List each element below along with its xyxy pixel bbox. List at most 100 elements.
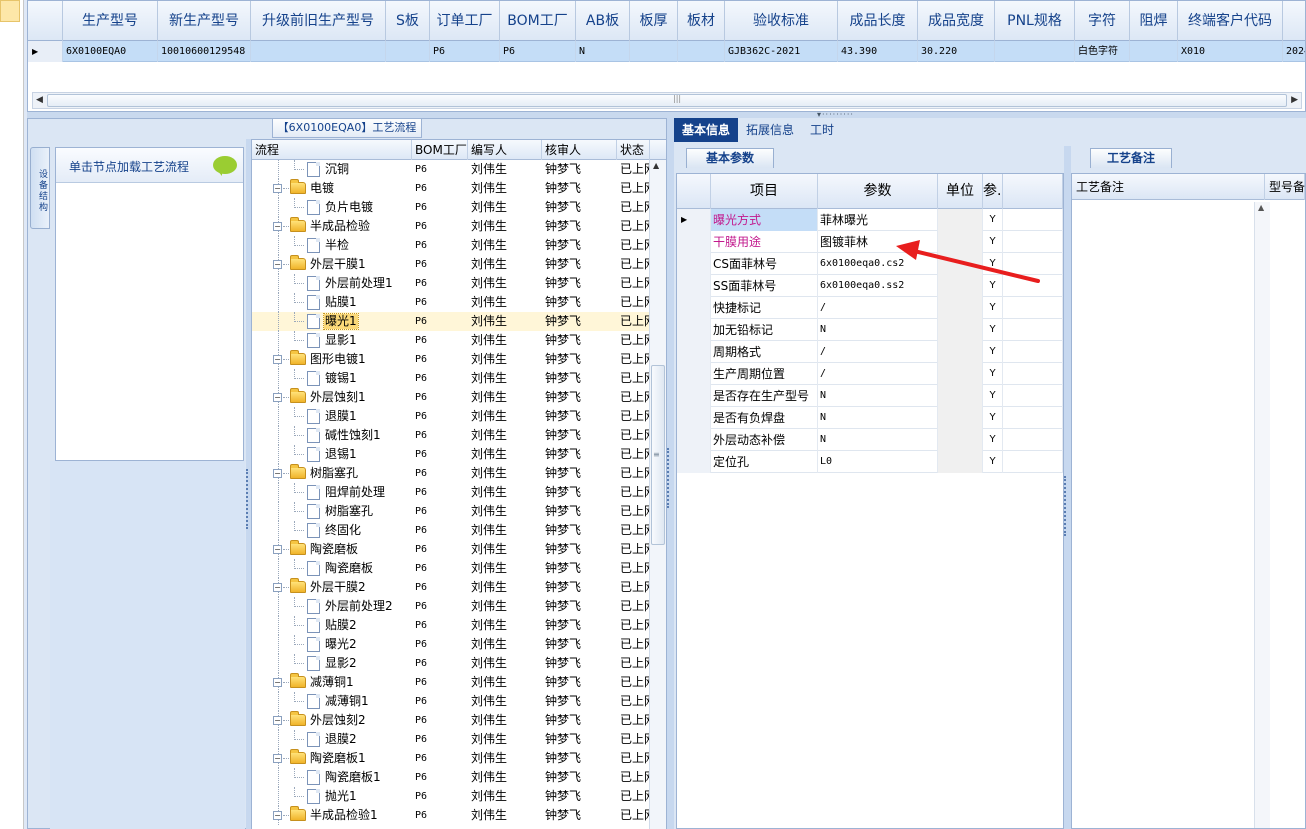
param-row[interactable]: 快捷标记 / Y xyxy=(677,297,1063,319)
tree-row[interactable]: 显影2 P6 刘伟生 钟梦飞 已上网 xyxy=(252,654,650,673)
tree-row[interactable]: 陶瓷磨板 P6 刘伟生 钟梦飞 已上网 xyxy=(252,559,650,578)
param-unit-cell[interactable] xyxy=(938,451,983,473)
tab-work-hours[interactable]: 工时 xyxy=(802,118,842,142)
tree-vscrollbar[interactable]: ▲ ≡ xyxy=(649,160,666,829)
tree-row[interactable]: 曝光1 P6 刘伟生 钟梦飞 已上网 xyxy=(252,312,650,331)
tree-node[interactable]: 镀锡1 xyxy=(252,369,412,388)
tab-extended-info[interactable]: 拓展信息 xyxy=(738,118,802,142)
param-row[interactable]: 定位孔 L0 Y xyxy=(677,451,1063,473)
grid-cell[interactable] xyxy=(995,41,1075,62)
tree-row[interactable]: − 陶瓷磨板 P6 刘伟生 钟梦飞 已上网 xyxy=(252,540,650,559)
tree-column-header[interactable]: 编写人 xyxy=(468,140,542,160)
tree-row[interactable]: 碱性蚀刻1 P6 刘伟生 钟梦飞 已上网 xyxy=(252,426,650,445)
tree-row[interactable]: 退膜1 P6 刘伟生 钟梦飞 已上网 xyxy=(252,407,650,426)
tree-row[interactable]: 外层前处理2 P6 刘伟生 钟梦飞 已上网 xyxy=(252,597,650,616)
tree-node[interactable]: − 外层干膜1 xyxy=(252,255,412,274)
grid-cell[interactable]: 2024- xyxy=(1283,41,1305,62)
collapse-icon[interactable]: − xyxy=(273,716,282,725)
scroll-right-icon[interactable]: ▶ xyxy=(1291,95,1298,105)
tree-node[interactable]: 贴膜2 xyxy=(252,616,412,635)
grid-cell[interactable]: P6 xyxy=(430,41,500,62)
tree-row[interactable]: 显影1 P6 刘伟生 钟梦飞 已上网 xyxy=(252,331,650,350)
grid-cell[interactable] xyxy=(386,41,430,62)
param-row[interactable]: 周期格式 / Y xyxy=(677,341,1063,363)
order-grid-hscrollbar[interactable]: ◀ ||| ▶ xyxy=(32,92,1302,109)
tree-node[interactable]: − 陶瓷磨板 xyxy=(252,540,412,559)
tree-column-header[interactable]: BOM工厂 xyxy=(412,140,468,160)
column-header[interactable]: 订单工厂 xyxy=(430,1,500,41)
order-grid-row[interactable]: ▶ 6X0100EQA0 10010600129548 P6 P6 N GJB362C-20… xyxy=(28,41,1305,62)
tree-row[interactable]: 半检 P6 刘伟生 钟梦飞 已上网 xyxy=(252,236,650,255)
tree-row[interactable]: − 外层蚀刻1 P6 刘伟生 钟梦飞 已上网 xyxy=(252,388,650,407)
tree-node[interactable]: − 半成品检验 xyxy=(252,217,412,236)
tree-node[interactable]: − 陶瓷磨板1 xyxy=(252,749,412,768)
tree-row[interactable]: − 外层干膜2 P6 刘伟生 钟梦飞 已上网 xyxy=(252,578,650,597)
tree-node[interactable]: − 外层干膜2 xyxy=(252,578,412,597)
column-header[interactable]: 字符 xyxy=(1075,1,1130,41)
tree-row[interactable]: 退膜2 P6 刘伟生 钟梦飞 已上网 xyxy=(252,730,650,749)
grid-cell[interactable]: 30.220 xyxy=(918,41,995,62)
column-header[interactable]: 升级前旧生产型号 xyxy=(251,1,386,41)
param-flag-cell[interactable]: Y xyxy=(983,363,1003,385)
tree-row[interactable]: − 外层干膜1 P6 刘伟生 钟梦飞 已上网 xyxy=(252,255,650,274)
tree-node[interactable]: 曝光2 xyxy=(252,635,412,654)
param-value-cell[interactable]: / xyxy=(818,341,938,363)
scroll-left-icon[interactable]: ◀ xyxy=(36,95,43,105)
column-header[interactable]: 成品长度 xyxy=(838,1,918,41)
collapse-icon[interactable]: − xyxy=(273,754,282,763)
tab-process-remark[interactable]: 工艺备注 xyxy=(1090,148,1172,168)
param-flag-cell[interactable]: Y xyxy=(983,341,1003,363)
tree-row[interactable]: 沉铜 P6 刘伟生 钟梦飞 已上网 xyxy=(252,160,650,179)
tree-node[interactable]: − 减薄铜1 xyxy=(252,673,412,692)
collapse-icon[interactable]: − xyxy=(273,469,282,478)
tree-row[interactable]: − 减薄铜1 P6 刘伟生 钟梦飞 已上网 xyxy=(252,673,650,692)
tree-row[interactable]: 镀锡1 P6 刘伟生 钟梦飞 已上网 xyxy=(252,369,650,388)
tree-row[interactable]: − 图形电镀1 P6 刘伟生 钟梦飞 已上网 xyxy=(252,350,650,369)
param-row[interactable]: ▶ 曝光方式 菲林曝光 Y xyxy=(677,209,1063,231)
column-header[interactable]: 新生产型号 xyxy=(158,1,251,41)
tree-node[interactable]: 退膜1 xyxy=(252,407,412,426)
tree-node[interactable]: 陶瓷磨板 xyxy=(252,559,412,578)
column-header[interactable]: 成品宽度 xyxy=(918,1,995,41)
tab-basic-info[interactable]: 基本信息 xyxy=(674,118,739,142)
column-header[interactable]: 阻焊 xyxy=(1130,1,1178,41)
param-unit-cell[interactable] xyxy=(938,341,983,363)
grid-cell[interactable]: GJB362C-2021 xyxy=(725,41,838,62)
scroll-up-icon[interactable]: ▲ xyxy=(653,161,659,170)
column-header[interactable]: 板材 xyxy=(678,1,725,41)
tree-node[interactable]: − 半成品检验1 xyxy=(252,806,412,825)
param-value-cell[interactable]: N xyxy=(818,407,938,429)
tree-node[interactable]: 外层前处理1 xyxy=(252,274,412,293)
param-column-header[interactable]: 参... xyxy=(983,174,1003,209)
tab-basic-params[interactable]: 基本参数 xyxy=(686,148,774,168)
grid-cell[interactable]: 6X0100EQA0 xyxy=(63,41,158,62)
tree-row[interactable]: − 树脂塞孔 P6 刘伟生 钟梦飞 已上网 xyxy=(252,464,650,483)
tree-node[interactable]: 阻焊前处理 xyxy=(252,483,412,502)
param-column-header[interactable]: 参数 xyxy=(818,174,938,209)
tree-row[interactable]: 减薄铜1 P6 刘伟生 钟梦飞 已上网 xyxy=(252,692,650,711)
grid-cell[interactable]: N xyxy=(576,41,630,62)
tree-node[interactable]: 减薄铜1 xyxy=(252,692,412,711)
collapse-icon[interactable]: − xyxy=(273,678,282,687)
param-row[interactable]: 加无铅标记 N Y xyxy=(677,319,1063,341)
tree-node[interactable]: 碱性蚀刻1 xyxy=(252,426,412,445)
column-header[interactable]: S板 xyxy=(386,1,430,41)
collapse-icon[interactable]: − xyxy=(273,393,282,402)
param-value-cell[interactable]: / xyxy=(818,363,938,385)
tree-row[interactable]: 外层前处理1 P6 刘伟生 钟梦飞 已上网 xyxy=(252,274,650,293)
param-unit-cell[interactable] xyxy=(938,363,983,385)
collapse-icon[interactable]: − xyxy=(273,583,282,592)
tree-row[interactable]: 终固化 P6 刘伟生 钟梦飞 已上网 xyxy=(252,521,650,540)
tree-row[interactable]: 负片电镀 P6 刘伟生 钟梦飞 已上网 xyxy=(252,198,650,217)
scroll-up-icon[interactable]: ▲ xyxy=(1258,203,1264,212)
column-header[interactable]: PNL规格 xyxy=(995,1,1075,41)
param-value-cell[interactable]: N xyxy=(818,319,938,341)
tree-column-header[interactable]: 核审人 xyxy=(542,140,617,160)
column-header[interactable] xyxy=(1283,1,1305,41)
param-row[interactable]: 是否有负焊盘 N Y xyxy=(677,407,1063,429)
param-unit-cell[interactable] xyxy=(938,385,983,407)
remark-vscrollbar[interactable]: ▲ xyxy=(1254,202,1270,828)
column-header[interactable]: BOM工厂 xyxy=(500,1,576,41)
param-row[interactable]: 是否存在生产型号 N Y xyxy=(677,385,1063,407)
tree-row[interactable]: 贴膜2 P6 刘伟生 钟梦飞 已上网 xyxy=(252,616,650,635)
